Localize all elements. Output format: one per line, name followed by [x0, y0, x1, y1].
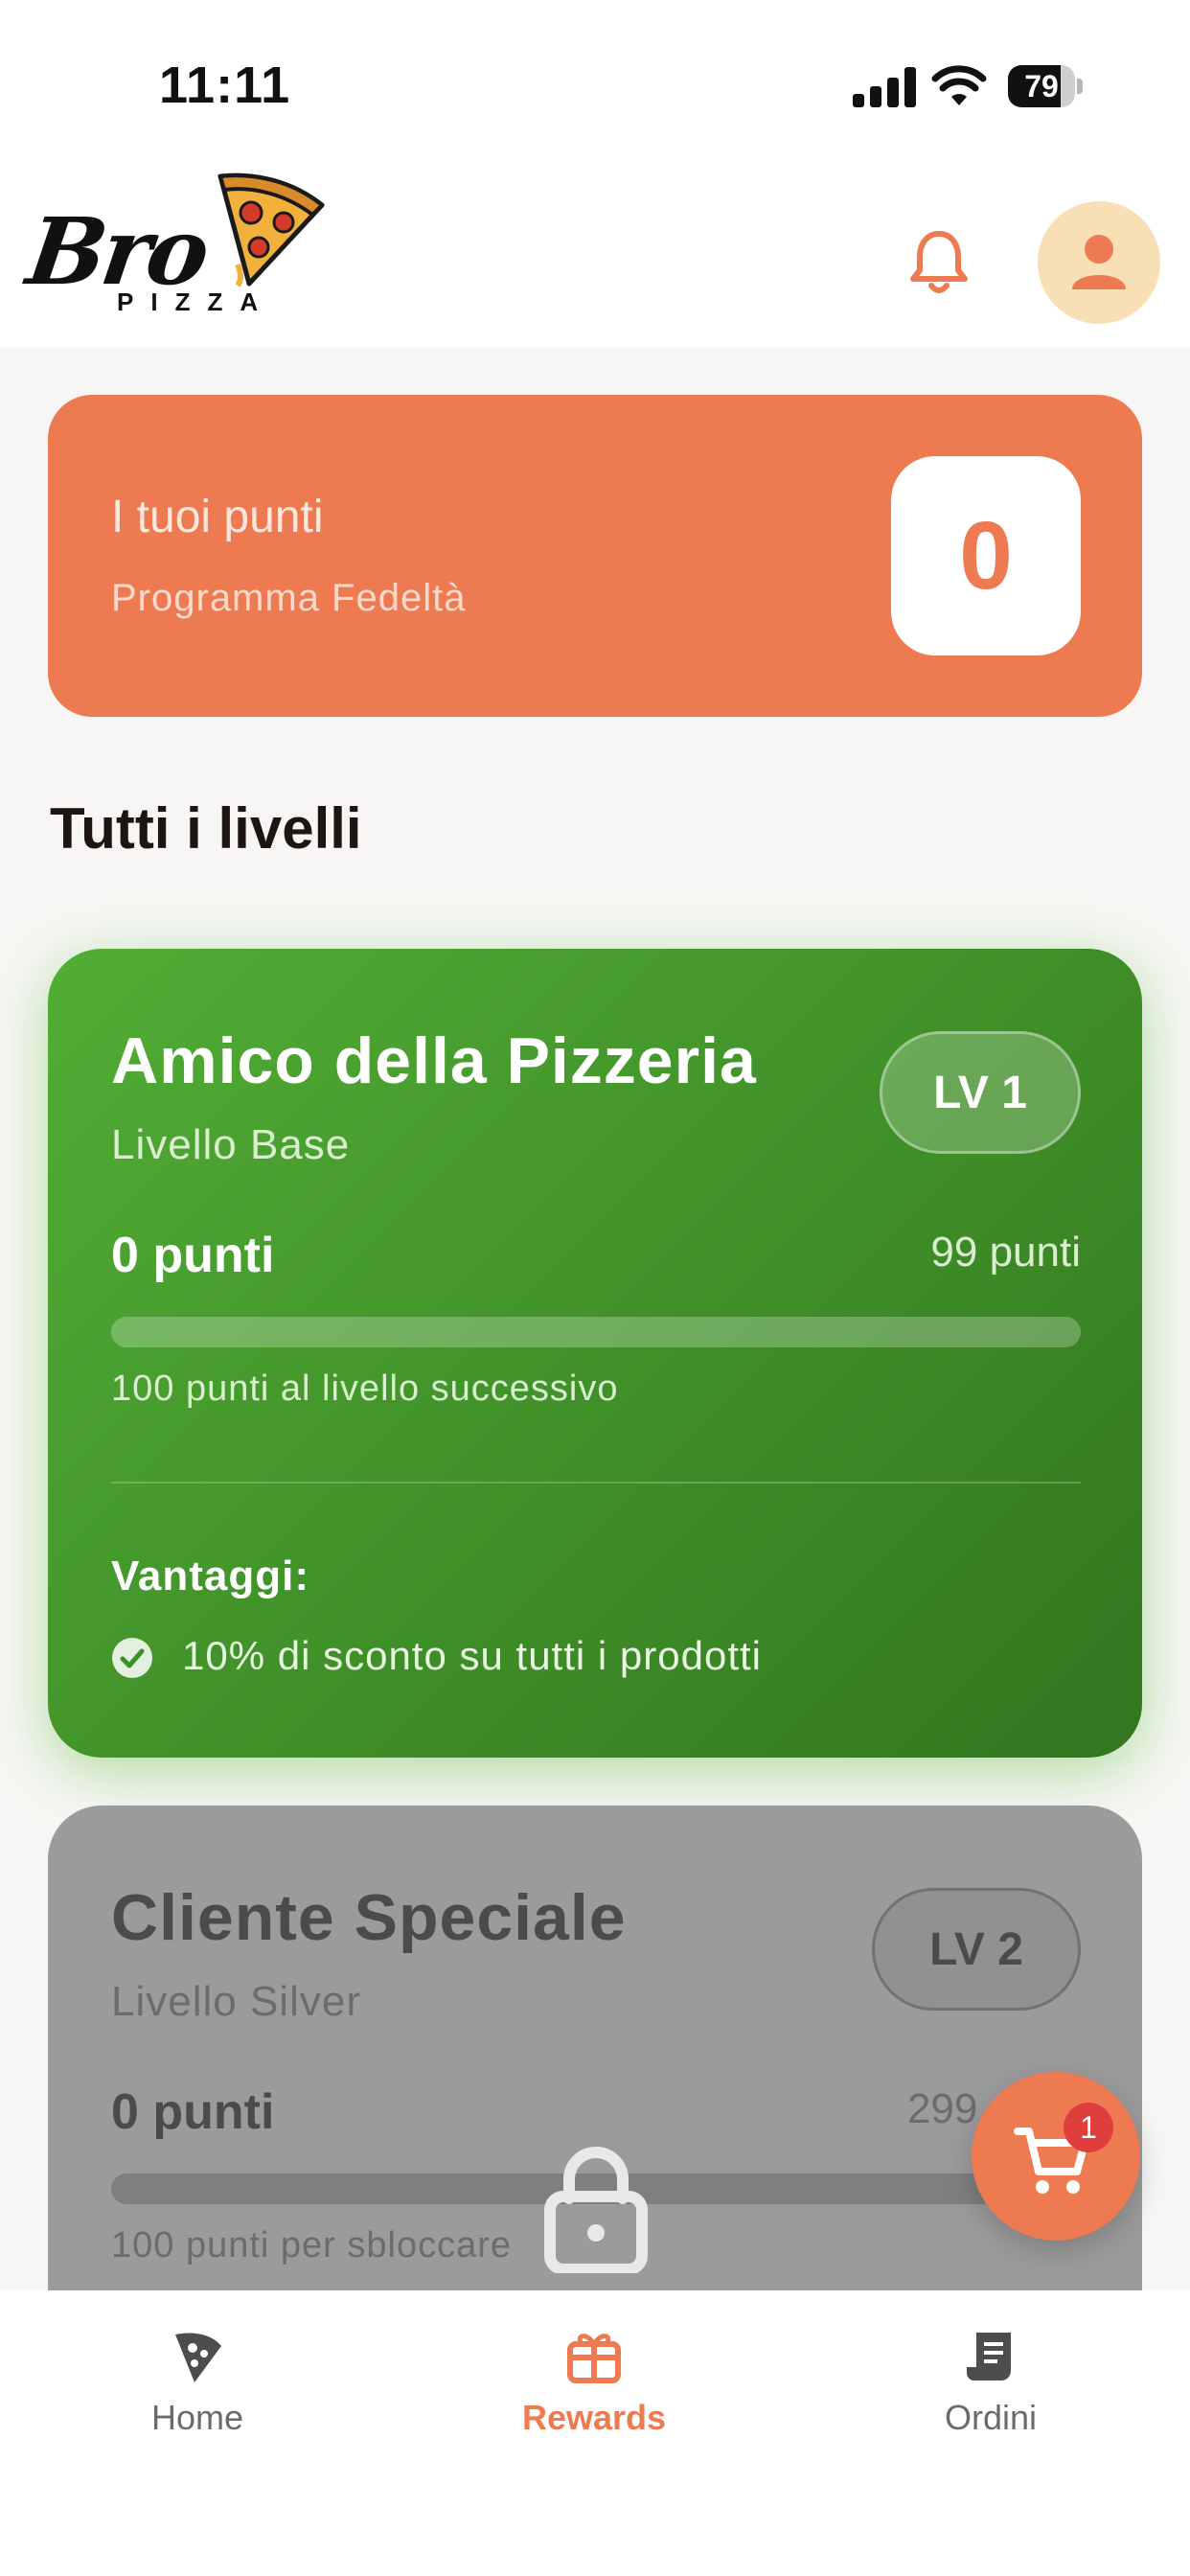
- perks-title: Vantaggi:: [111, 1552, 310, 1599]
- points-card: I tuoi punti Programma Fedeltà 0: [48, 395, 1142, 717]
- level-name: Amico della Pizzeria: [111, 1024, 757, 1097]
- receipt-icon: [966, 2333, 1011, 2380]
- nav-item-rewards[interactable]: Rewards: [450, 2329, 738, 2453]
- pizza-slice-icon: [175, 2333, 221, 2382]
- battery-level: 79: [1024, 69, 1059, 104]
- level-next-text: 100 punti per sbloccare: [111, 2225, 513, 2266]
- perk-item: 10% di sconto su tutti i prodotti: [182, 1633, 762, 1678]
- level-max-points: 99 punti: [930, 1229, 1081, 1276]
- wifi-icon: [931, 65, 987, 105]
- pizza-slice-logo-icon: [217, 172, 325, 288]
- level-card-2[interactable]: Cliente Speciale Livello Silver LV 2 0 p…: [48, 1806, 1142, 2342]
- points-title: I tuoi punti: [111, 492, 324, 542]
- level-points: 0 punti: [111, 2084, 275, 2140]
- divider: [111, 1482, 1081, 1484]
- check-circle-icon: [112, 1638, 152, 1678]
- level-progress-bar: [111, 1317, 1081, 1347]
- nav-label: Home: [150, 2398, 244, 2437]
- points-value: 0: [891, 456, 1081, 656]
- nav-label: Ordini: [944, 2398, 1038, 2437]
- cart-count-badge: 1: [1064, 2103, 1113, 2152]
- cellular-signal-icon: [853, 67, 916, 107]
- level-card-1[interactable]: Amico della Pizzeria Livello Base LV 1 0…: [48, 949, 1142, 1758]
- profile-button[interactable]: [1038, 201, 1160, 324]
- points-subtitle: Programma Fedeltà: [111, 577, 467, 619]
- level-badge: LV 1: [880, 1031, 1081, 1154]
- level-tier: Livello Base: [111, 1121, 351, 1168]
- nav-item-orders[interactable]: Ordini: [847, 2329, 1134, 2453]
- level-name: Cliente Speciale: [111, 1881, 627, 1954]
- level-tier: Livello Silver: [111, 1978, 361, 2025]
- cart-button[interactable]: 1: [972, 2072, 1140, 2241]
- bell-icon[interactable]: [908, 228, 970, 295]
- section-title: Tutti i livelli: [50, 796, 362, 861]
- logo-subtitle: PIZZA: [117, 288, 276, 316]
- level-next-text: 100 punti al livello successivo: [111, 1368, 619, 1409]
- level-badge: LV 2: [872, 1888, 1081, 2011]
- status-time: 11:11: [159, 57, 291, 114]
- rewards-screen: 11:11 79 Bro PIZZA I tuoi punti Programm…: [0, 0, 1190, 2576]
- bottom-navigation: Home Rewards Ordini: [0, 2290, 1190, 2576]
- gift-icon: [567, 2334, 621, 2383]
- person-icon: [1072, 235, 1126, 289]
- nav-label: Rewards: [521, 2398, 667, 2437]
- battery-icon: 79: [1008, 65, 1083, 107]
- level-points: 0 punti: [111, 1228, 275, 1283]
- brand-logo[interactable]: Bro PIZZA: [21, 172, 325, 326]
- nav-item-home[interactable]: Home: [54, 2329, 341, 2453]
- lock-icon: [544, 2147, 648, 2273]
